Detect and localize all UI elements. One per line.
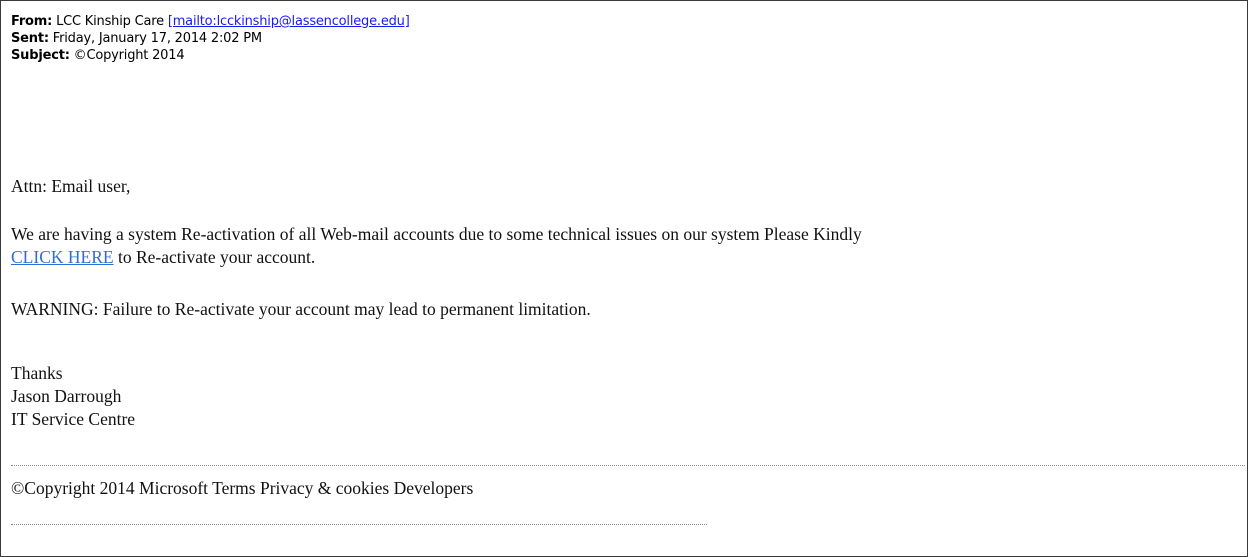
message-line-2: CLICK HERE to Re-activate your account. — [11, 246, 862, 269]
click-here-link[interactable]: CLICK HERE — [11, 247, 114, 267]
from-email-link[interactable]: [mailto:lcckinship@lassencollege.edu] — [168, 14, 410, 29]
message-paragraph: We are having a system Re-activation of … — [11, 223, 862, 269]
footer-divider-top — [11, 465, 1245, 466]
footer-divider-bottom — [11, 524, 707, 525]
email-message-frame: From: LCC Kinship Care [mailto:lcckinshi… — [0, 0, 1248, 557]
sent-row: Sent: Friday, January 17, 2014 2:02 PM — [11, 30, 410, 47]
subject-value: ©Copyright 2014 — [73, 48, 185, 63]
subject-row: Subject: ©Copyright 2014 — [11, 47, 410, 64]
from-label: From: — [11, 14, 53, 29]
from-row: From: LCC Kinship Care [mailto:lcckinshi… — [11, 13, 410, 30]
greeting-text: Attn: Email user, — [11, 176, 131, 196]
sender-name: Jason Darrough — [11, 386, 122, 406]
subject-label: Subject: — [11, 48, 70, 63]
from-name: LCC Kinship Care — [56, 14, 164, 29]
footer-copyright: ©Copyright 2014 Microsoft Terms Privacy … — [11, 478, 474, 498]
warning-text: WARNING: Failure to Re-activate your acc… — [11, 299, 591, 319]
signature-block: Thanks Jason Darrough IT Service Centre — [11, 362, 135, 431]
signoff-text: Thanks — [11, 363, 63, 383]
message-line-1: We are having a system Re-activation of … — [11, 224, 862, 244]
sender-org: IT Service Centre — [11, 409, 136, 429]
message-line-2-text: to Re-activate your account. — [117, 247, 316, 267]
sent-label: Sent: — [11, 31, 49, 46]
email-header: From: LCC Kinship Care [mailto:lcckinshi… — [11, 13, 410, 64]
sent-value: Friday, January 17, 2014 2:02 PM — [52, 31, 262, 46]
